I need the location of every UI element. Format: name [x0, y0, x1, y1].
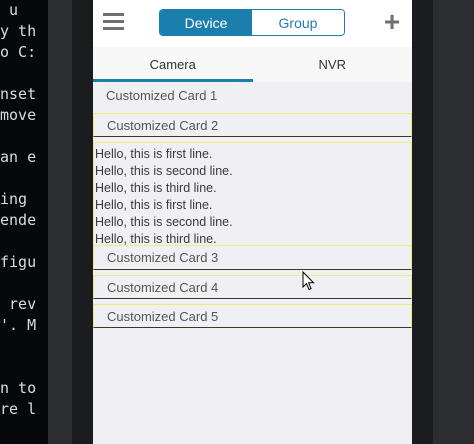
segment-group[interactable]: Group — [252, 10, 344, 35]
hamburger-menu-icon[interactable] — [103, 12, 125, 32]
segment-device[interactable]: Device — [160, 10, 252, 35]
terminal-line: ing — [0, 190, 37, 208]
terminal-line: an e — [0, 148, 37, 166]
card-5-header[interactable]: Customized Card 5 — [93, 304, 412, 328]
card-body-line: Hello, this is third line. — [95, 181, 217, 195]
terminal-line: move — [0, 106, 37, 124]
terminal-line: '. M — [0, 316, 37, 334]
terminal-line: y th — [0, 22, 37, 40]
tab-bar: Camera NVR — [93, 47, 412, 82]
terminal-line: re l — [0, 400, 37, 418]
terminal-line: u — [0, 1, 19, 19]
device-group-toggle: Device Group — [159, 9, 345, 36]
card-body-line: Hello, this is second line. — [95, 215, 233, 229]
card-body-line: Hello, this is first line. — [95, 147, 213, 161]
card-list: Customized Card 1 Customized Card 2 Hell… — [93, 84, 412, 328]
terminal-line: o C: — [0, 43, 37, 61]
background-terminal: u y th o C: nset move an e ing ende figu… — [0, 0, 48, 444]
device-bezel-right — [411, 0, 433, 444]
terminal-line: nset — [0, 85, 37, 103]
add-icon[interactable]: + — [380, 8, 404, 36]
terminal-line: n to — [0, 379, 37, 397]
tab-nvr[interactable]: NVR — [253, 47, 413, 82]
card-1-header[interactable]: Customized Card 1 — [93, 84, 412, 108]
terminal-line: figu — [0, 253, 37, 271]
card-body-line: Hello, this is first line. — [95, 198, 213, 212]
terminal-line: ende — [0, 211, 37, 229]
card-2-body: Hello, this is first line. Hello, this i… — [93, 142, 412, 246]
mouse-cursor-icon — [302, 271, 315, 291]
card-2-header[interactable]: Customized Card 2 — [93, 113, 412, 137]
card-body-line: Hello, this is second line. — [95, 164, 233, 178]
card-4-header[interactable]: Customized Card 4 — [93, 275, 412, 299]
phone-screen: Device Group + Camera NVR Customized Car… — [93, 0, 412, 444]
terminal-line: rev — [0, 295, 37, 313]
card-3-header[interactable]: Customized Card 3 — [93, 246, 412, 270]
top-app-bar: Device Group + — [93, 0, 412, 47]
device-bezel-left — [72, 0, 93, 444]
tab-camera[interactable]: Camera — [93, 47, 253, 82]
